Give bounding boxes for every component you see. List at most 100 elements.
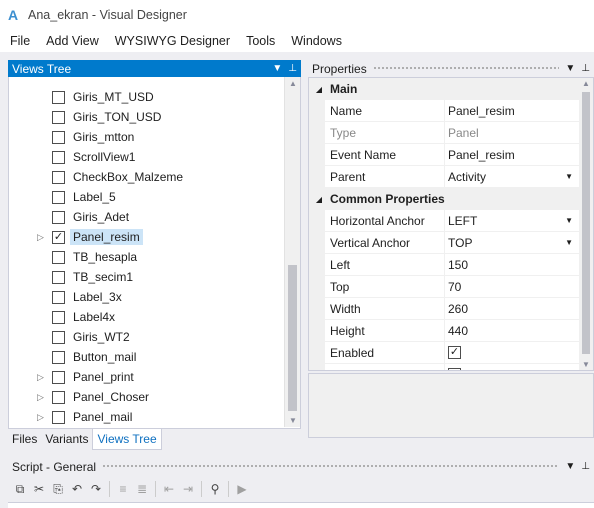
tab-files[interactable]: Files (8, 429, 41, 449)
property-row[interactable]: Name Panel_resim (309, 100, 579, 122)
property-row[interactable]: Type Panel (309, 122, 579, 144)
tree-item-label[interactable]: Giris_MT_USD (70, 89, 157, 105)
scroll-down-icon[interactable]: ▼ (582, 360, 590, 369)
tab-variants[interactable]: Variants (41, 429, 92, 449)
property-select[interactable]: TOP (448, 236, 472, 250)
tree-item-checkbox[interactable] (52, 370, 65, 384)
tree-item[interactable]: ▷ Panel_print (9, 367, 285, 387)
expand-icon[interactable]: ▷ (37, 372, 47, 383)
menu-wysiwyg-designer[interactable]: WYSIWYG Designer (109, 34, 236, 48)
property-category[interactable]: ◢ Main (309, 78, 579, 100)
tree-item-checkbox[interactable] (52, 390, 65, 404)
property-row[interactable]: Enabled ✓ (309, 342, 579, 364)
tree-item[interactable]: Label_5 (9, 187, 285, 207)
property-row[interactable]: Horizontal Anchor LEFT ▼ (309, 210, 579, 232)
property-row[interactable]: Width 260 (309, 298, 579, 320)
property-row[interactable]: Visible (309, 364, 579, 370)
column-divider[interactable] (444, 144, 445, 166)
tree-item-label[interactable]: Giris_WT2 (70, 329, 133, 345)
menu-add-view[interactable]: Add View (40, 34, 105, 48)
menu-tools[interactable]: Tools (240, 34, 281, 48)
collapse-icon[interactable]: ◢ (311, 85, 327, 94)
tree-item[interactable]: Giris_Adet (9, 207, 285, 227)
column-divider[interactable] (444, 166, 445, 188)
tree-item[interactable]: Giris_WT2 (9, 327, 285, 347)
property-value[interactable]: 70 (448, 280, 461, 294)
tree-item-label[interactable]: Panel_mail (70, 409, 135, 425)
tree-item-checkbox[interactable] (52, 110, 65, 124)
script-editor[interactable] (8, 502, 594, 508)
tree-item-label[interactable]: TB_secim1 (70, 269, 136, 285)
scroll-thumb[interactable] (288, 265, 297, 411)
tree-item[interactable]: CheckBox_Malzeme (9, 167, 285, 187)
property-row[interactable]: Event Name Panel_resim (309, 144, 579, 166)
pin-icon[interactable]: ⊥ (581, 461, 590, 472)
panel-menu-icon[interactable]: ▼ (272, 60, 282, 77)
tree-item-label[interactable]: Giris_mtton (70, 129, 137, 145)
indent-icon[interactable]: ⇥ (180, 481, 196, 497)
tree-item-label[interactable]: Giris_TON_USD (70, 109, 164, 125)
tree-item[interactable]: Giris_MT_USD (9, 87, 285, 107)
uncomment-icon[interactable]: ≣ (134, 481, 150, 497)
redo-icon[interactable]: ↷ (88, 481, 104, 497)
tree-item-label[interactable]: Label4x (70, 309, 118, 325)
properties-scrollbar[interactable]: ▲ ▼ (579, 78, 593, 370)
column-divider[interactable] (444, 364, 445, 370)
property-value[interactable]: Panel_resim (448, 148, 515, 162)
tree-item[interactable]: ▷ Panel_mail (9, 407, 285, 427)
pin-icon[interactable]: ⊥ (288, 60, 297, 77)
property-select[interactable]: Activity (448, 170, 486, 184)
tree-item-checkbox[interactable] (52, 130, 65, 144)
scroll-thumb[interactable] (582, 92, 590, 354)
scroll-up-icon[interactable]: ▲ (582, 79, 590, 88)
tree-item[interactable]: Button_mail (9, 347, 285, 367)
paste-icon[interactable]: ⎘ (50, 481, 66, 497)
scroll-up-icon[interactable]: ▲ (289, 79, 297, 88)
tree-item-checkbox[interactable] (52, 410, 65, 424)
find-icon[interactable]: ⚲ (207, 481, 223, 497)
tree-item-label[interactable]: Label_5 (70, 189, 119, 205)
property-value[interactable]: 260 (448, 302, 468, 316)
column-divider[interactable] (444, 298, 445, 320)
tree-item-checkbox[interactable] (52, 90, 65, 104)
property-value[interactable]: 150 (448, 258, 468, 272)
column-divider[interactable] (444, 122, 445, 144)
tree-item[interactable]: Label_3x (9, 287, 285, 307)
tree-item-label[interactable]: Panel_Choser (70, 389, 152, 405)
panel-menu-icon[interactable]: ▼ (565, 461, 575, 472)
tree-item[interactable]: Giris_mtton (9, 127, 285, 147)
property-row[interactable]: Vertical Anchor TOP ▼ (309, 232, 579, 254)
expand-icon[interactable]: ▷ (37, 392, 47, 403)
tree-item-label[interactable]: CheckBox_Malzeme (70, 169, 186, 185)
tree-item-checkbox[interactable] (52, 170, 65, 184)
property-category[interactable]: ◢ Common Properties (309, 188, 579, 210)
tree-item-label[interactable]: Button_mail (70, 349, 139, 365)
tree-item-label[interactable]: Label_3x (70, 289, 125, 305)
dropdown-arrow-icon[interactable]: ▼ (565, 216, 573, 225)
tree-item-label[interactable]: Panel_resim (70, 229, 143, 245)
run-icon[interactable]: ▶ (234, 481, 250, 497)
property-select[interactable]: LEFT (448, 214, 477, 228)
column-divider[interactable] (444, 276, 445, 298)
views-tree[interactable]: ‾‾ ‾ Giris_MT_USD Giris_TON_USD Giris_mtto… (8, 77, 301, 429)
property-checkbox[interactable]: ✓ (448, 346, 461, 359)
cut-icon[interactable]: ✂ (31, 481, 47, 497)
tree-item-checkbox[interactable] (52, 250, 65, 264)
property-row[interactable]: Parent Activity ▼ (309, 166, 579, 188)
property-checkbox[interactable] (448, 368, 461, 370)
copy-icon[interactable]: ⧉ (12, 481, 28, 497)
menu-file[interactable]: File (4, 34, 36, 48)
property-row[interactable]: Height 440 (309, 320, 579, 342)
tree-item-checkbox[interactable] (52, 210, 65, 224)
column-divider[interactable] (444, 342, 445, 364)
tree-item-checkbox[interactable]: ✓ (52, 230, 65, 244)
tree-item[interactable]: ▷ ✓ Panel_resim (9, 227, 285, 247)
tree-item-checkbox[interactable] (52, 270, 65, 284)
tree-item-checkbox[interactable] (52, 350, 65, 364)
tree-item-checkbox[interactable] (52, 190, 65, 204)
tree-item[interactable]: Label4x (9, 307, 285, 327)
column-divider[interactable] (444, 210, 445, 232)
panel-menu-icon[interactable]: ▼ (565, 63, 575, 74)
expand-icon[interactable]: ▷ (37, 412, 47, 423)
tree-item-checkbox[interactable] (52, 150, 65, 164)
